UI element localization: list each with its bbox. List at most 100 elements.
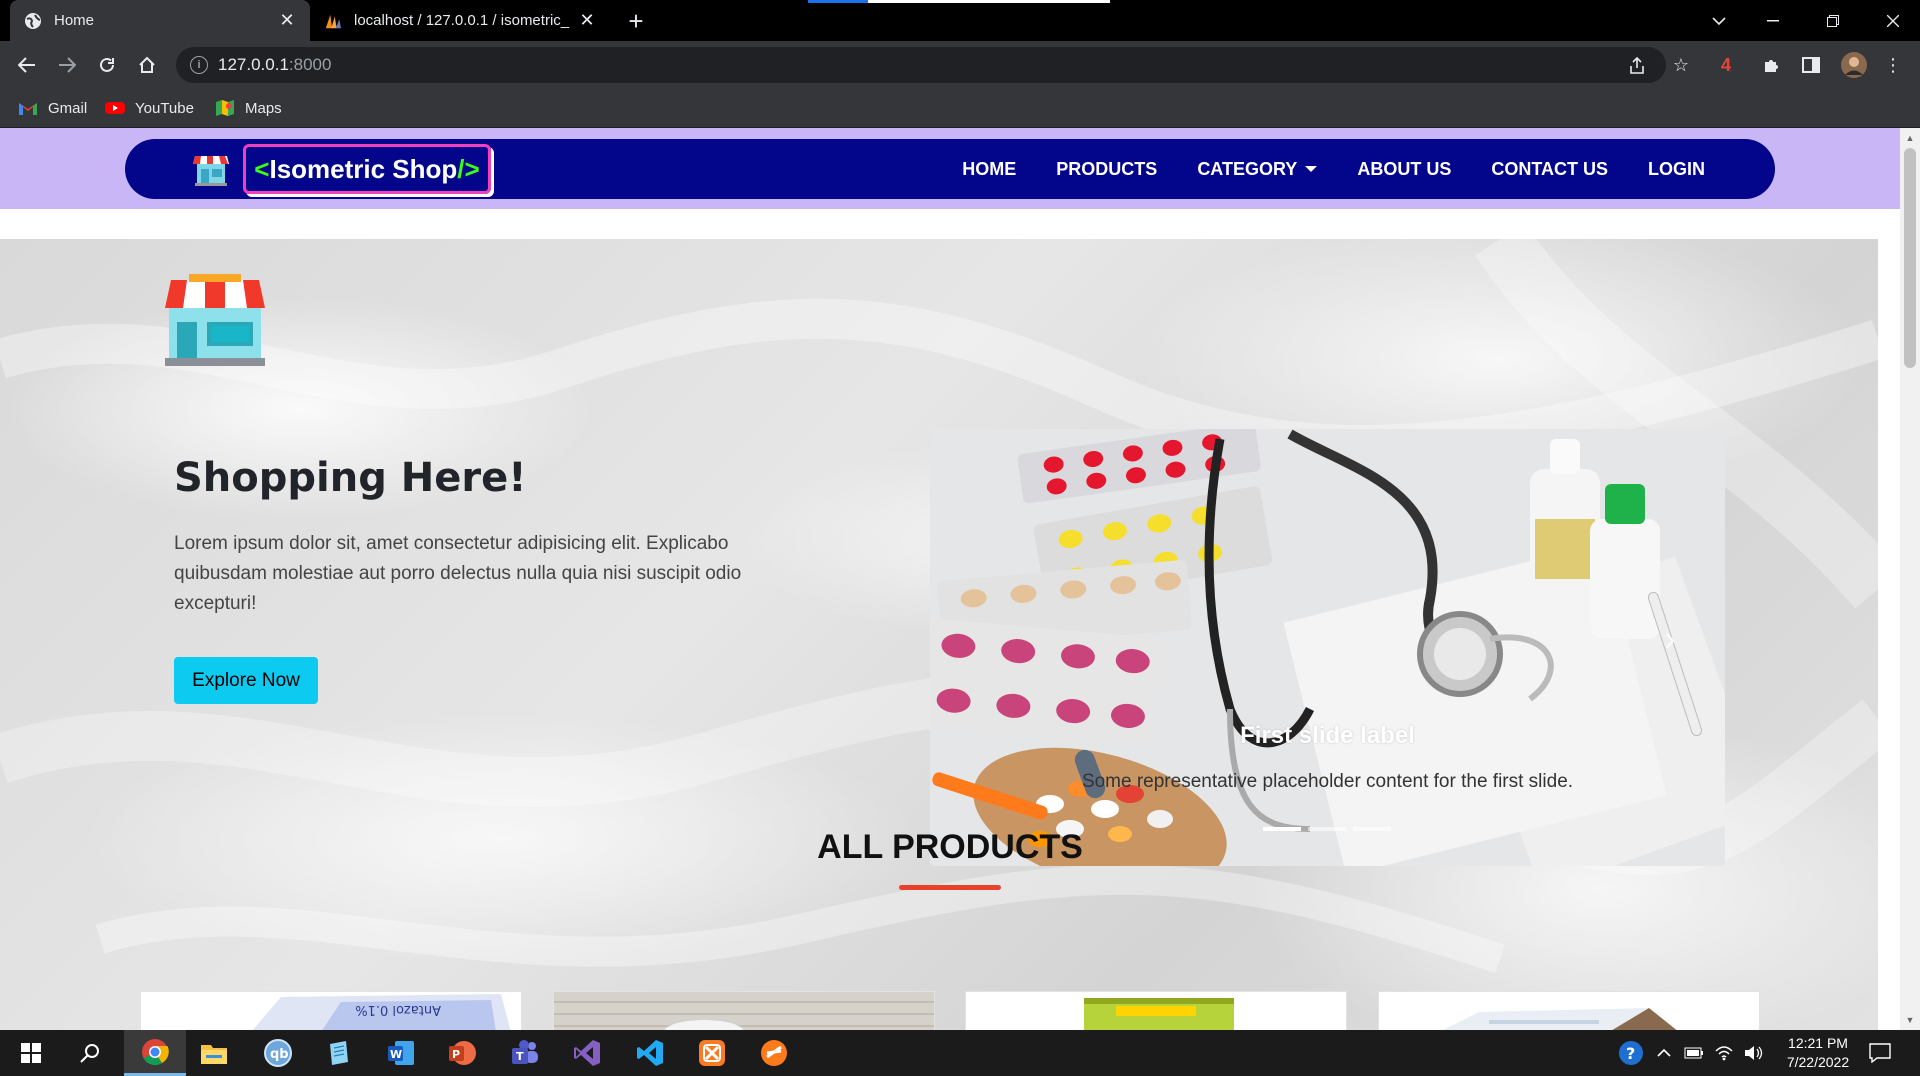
product-card[interactable]: [965, 991, 1347, 1030]
scroll-down-icon[interactable]: ▼: [1900, 1012, 1920, 1028]
vscode-icon[interactable]: [634, 1037, 666, 1069]
browser-toolbar: i 127.0.0.1:8000 ☆ 4 ⋮: [0, 41, 1920, 89]
windows-start-icon[interactable]: [15, 1037, 47, 1069]
scroll-up-icon[interactable]: ▲: [1900, 130, 1920, 146]
battery-icon[interactable]: [1684, 1043, 1704, 1063]
clock-time: 12:21 PM: [1788, 1035, 1848, 1051]
product-card[interactable]: [553, 991, 935, 1030]
bookmark-youtube[interactable]: YouTube: [105, 97, 194, 119]
product-card[interactable]: Antazol 0.1%: [140, 991, 522, 1030]
product-card[interactable]: [1378, 991, 1760, 1030]
svg-text:P: P: [452, 1048, 460, 1061]
explore-now-button[interactable]: Explore Now: [174, 657, 318, 704]
tab-search-icon[interactable]: [1696, 0, 1742, 41]
shop-logo-icon[interactable]: [193, 152, 229, 186]
tab-drag-strip: [808, 0, 1110, 3]
nav-login[interactable]: LOGIN: [1648, 159, 1705, 180]
bookmark-maps[interactable]: Maps: [215, 97, 282, 119]
browser-tab-bar: Home ✕ localhost / 127.0.0.1 / isometric…: [0, 0, 1920, 41]
close-icon[interactable]: ✕: [578, 10, 596, 30]
close-window-button[interactable]: [1870, 0, 1916, 41]
back-arrow-icon[interactable]: [13, 51, 41, 79]
teams-icon[interactable]: T: [509, 1037, 541, 1069]
extensions-puzzle-icon[interactable]: [1760, 54, 1782, 76]
svg-text:T: T: [516, 1050, 524, 1063]
help-icon[interactable]: ?: [1618, 1040, 1644, 1066]
carousel-caption-text: Some representative placeholder content …: [1081, 771, 1574, 792]
phpmyadmin-icon: [324, 12, 342, 30]
forward-arrow-icon[interactable]: [53, 51, 81, 79]
tab-title: Home: [54, 12, 95, 29]
globe-icon: [24, 12, 42, 30]
bookmark-star-icon[interactable]: ☆: [1670, 54, 1692, 76]
brand-logo[interactable]: < Isometric Shop/>: [243, 144, 491, 194]
hero-title: Shopping Here!: [174, 455, 527, 501]
address-bar[interactable]: i 127.0.0.1:8000: [176, 47, 1666, 83]
brand-bracket: <: [254, 153, 270, 184]
profile-avatar[interactable]: [1840, 51, 1868, 79]
home-icon[interactable]: [133, 51, 161, 79]
sublime-icon[interactable]: [758, 1037, 790, 1069]
close-icon[interactable]: ✕: [278, 10, 296, 30]
site-info-icon[interactable]: i: [190, 56, 208, 74]
restore-button[interactable]: [1810, 0, 1856, 41]
visual-studio-icon[interactable]: [571, 1037, 603, 1069]
nav-about[interactable]: ABOUT US: [1357, 159, 1451, 180]
all-products-title: ALL PRODUCTS: [817, 828, 1083, 866]
caret-down-icon: [1305, 166, 1318, 172]
nav-links: HOME PRODUCTS CATEGORY ABOUT US CONTACT …: [922, 139, 1705, 199]
reload-icon[interactable]: [93, 51, 121, 79]
bookmark-label: YouTube: [135, 99, 194, 117]
notifications-icon[interactable]: [1868, 1042, 1892, 1064]
brand-bracket: />: [457, 153, 480, 184]
chrome-icon[interactable]: [124, 1030, 186, 1076]
powerpoint-icon[interactable]: P: [446, 1037, 478, 1069]
hero-carousel[interactable]: › First slide label Some representative …: [930, 429, 1725, 866]
nav-home[interactable]: HOME: [962, 159, 1016, 180]
svg-text:?: ?: [1626, 1044, 1635, 1063]
svg-text:qb: qb: [270, 1047, 289, 1062]
carousel-next-icon[interactable]: ›: [1650, 619, 1690, 659]
tab-phpmyadmin[interactable]: localhost / 127.0.0.1 / isometric_ ✕: [310, 0, 610, 41]
product-image: [1443, 1008, 1677, 1030]
system-clock[interactable]: 12:21 PM 7/22/2022: [1774, 1034, 1862, 1072]
tab-home[interactable]: Home ✕: [10, 0, 310, 41]
scrollbar-thumb[interactable]: [1904, 148, 1916, 368]
clock-date: 7/22/2022: [1786, 1054, 1850, 1070]
bookmark-gmail[interactable]: Gmail: [18, 97, 87, 119]
site-header: < Isometric Shop/> HOME PRODUCTS CATEGORY…: [0, 128, 1900, 209]
bookmark-label: Gmail: [48, 99, 88, 117]
svg-text:Antazol 0.1%: Antazol 0.1%: [355, 1002, 441, 1017]
product-image: [1084, 998, 1234, 1030]
menu-dots-icon[interactable]: ⋮: [1882, 54, 1904, 76]
extension-badge-icon[interactable]: 4: [1715, 54, 1737, 76]
word-icon[interactable]: W: [385, 1037, 417, 1069]
gmail-icon: [19, 103, 37, 115]
volume-icon[interactable]: [1744, 1043, 1764, 1063]
nav-contact[interactable]: CONTACT US: [1491, 159, 1608, 180]
wifi-icon[interactable]: [1714, 1043, 1734, 1063]
search-icon[interactable]: [74, 1037, 106, 1069]
site-navbar: < Isometric Shop/> HOME PRODUCTS CATEGORY…: [125, 139, 1775, 199]
file-explorer-icon[interactable]: [198, 1037, 230, 1069]
minimize-button[interactable]: [1750, 0, 1796, 41]
chevron-up-icon[interactable]: [1654, 1043, 1674, 1063]
notepad-icon[interactable]: [323, 1037, 355, 1069]
share-icon[interactable]: [1626, 55, 1648, 77]
url-text: 127.0.0.1:8000: [218, 55, 332, 74]
page-scrollbar[interactable]: ▲ ▼: [1900, 128, 1920, 1030]
medicine-slide-image: [930, 429, 1725, 866]
bookmark-label: Maps: [245, 99, 282, 117]
hero-section: Shopping Here! Lorem ipsum dolor sit, am…: [0, 239, 1878, 1030]
bookmarks-bar: Gmail YouTube Maps: [0, 89, 1920, 128]
tab-title: localhost / 127.0.0.1 / isometric_: [354, 12, 570, 29]
brand-name: Isometric Shop: [269, 153, 458, 184]
side-panel-icon[interactable]: [1800, 54, 1822, 76]
youtube-icon: [105, 102, 125, 114]
new-tab-button[interactable]: +: [620, 6, 652, 36]
nav-products[interactable]: PRODUCTS: [1056, 159, 1157, 180]
qbittorrent-icon[interactable]: qb: [262, 1037, 294, 1069]
xampp-icon[interactable]: [696, 1037, 728, 1069]
product-image: Antazol 0.1%: [252, 994, 511, 1030]
nav-category[interactable]: CATEGORY: [1197, 159, 1318, 180]
